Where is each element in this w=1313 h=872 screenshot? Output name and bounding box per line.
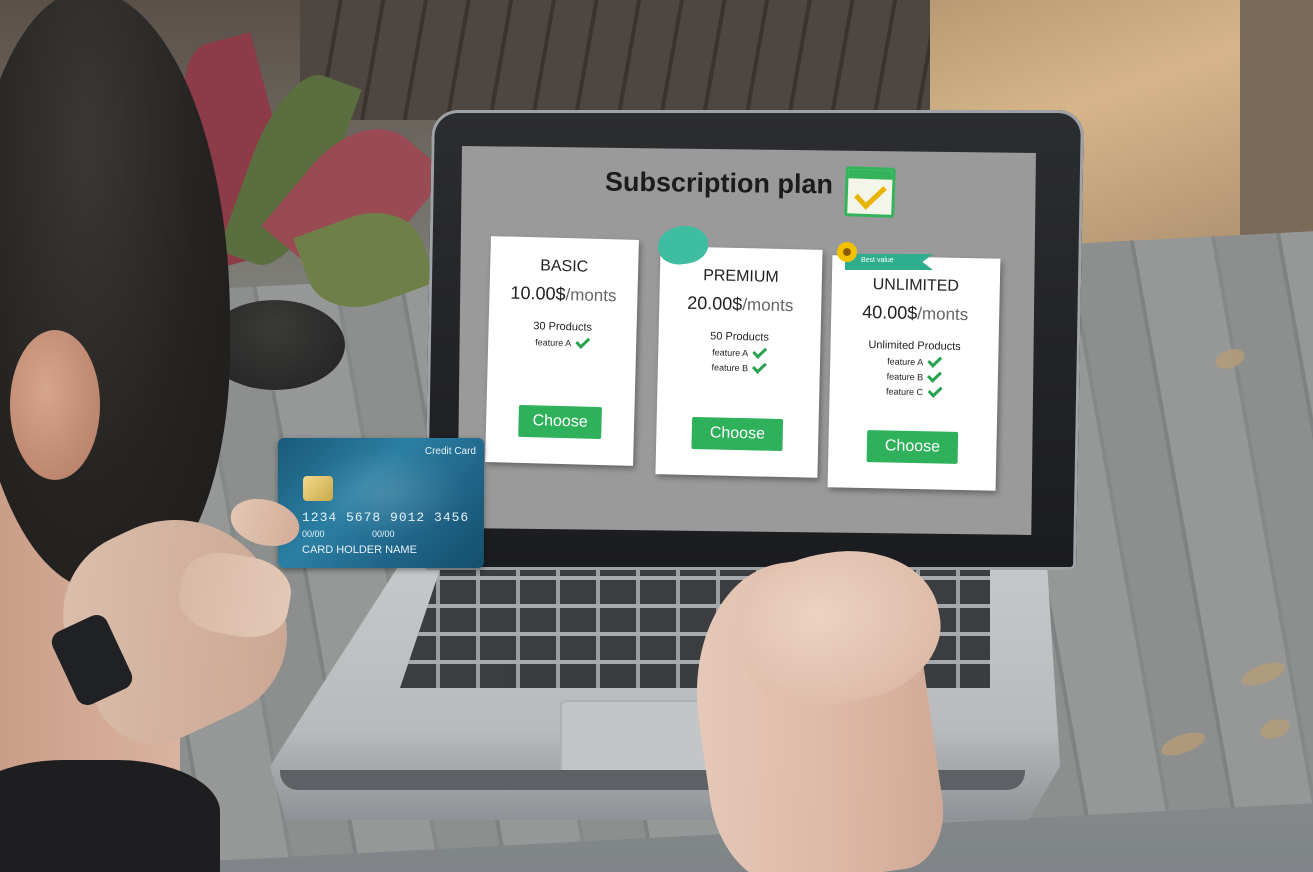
check-icon <box>927 368 943 383</box>
person-ear <box>10 330 100 480</box>
check-icon <box>752 344 768 359</box>
plan-name: PREMIUM <box>702 267 779 286</box>
card-chip-icon <box>303 476 333 501</box>
plan-products: 30 Products <box>533 320 593 334</box>
plan-price: 40.00$/monts <box>862 301 969 325</box>
plan-products: 50 Products <box>710 330 770 344</box>
wooden-deck <box>300 0 1000 120</box>
card-valid-thru: 00/00 <box>372 529 395 539</box>
best-value-ribbon: Best value <box>845 254 933 270</box>
credit-card: Credit Card 1234 5678 9012 3456 00/00 00… <box>278 438 484 568</box>
choose-basic-button[interactable]: Choose <box>518 404 603 440</box>
card-number: 1234 5678 9012 3456 <box>302 510 470 525</box>
check-icon <box>752 359 768 374</box>
plan-card-basic: BASIC 10.00$/monts 30 Products feature A… <box>485 236 639 466</box>
plan-feature: feature A <box>488 334 636 350</box>
check-icon <box>927 353 943 368</box>
plan-price: 20.00$/monts <box>687 292 794 316</box>
calendar-check-icon <box>844 166 896 218</box>
plan-name: UNLIMITED <box>872 276 960 295</box>
photo-scene: Subscription plan BASIC 10.00$/monts 30 … <box>0 0 1313 872</box>
card-valid-from: 00/00 <box>302 529 325 539</box>
plan-card-unlimited: UNLIMITED 40.00$/monts Unlimited Product… <box>827 255 1001 491</box>
plan-feature: feature A <box>658 344 820 360</box>
plan-card-premium: PREMIUM 20.00$/monts 50 Products feature… <box>655 246 823 478</box>
person-shirt <box>0 760 220 872</box>
check-icon <box>575 334 591 349</box>
plan-feature: feature B <box>658 359 820 375</box>
check-icon <box>927 383 943 398</box>
plan-products: Unlimited Products <box>868 339 961 353</box>
best-value-label: Best value <box>861 257 894 264</box>
card-type-label: Credit Card <box>424 446 476 457</box>
card-holder-name: CARD HOLDER NAME <box>302 544 417 556</box>
plan-feature: feature A <box>830 353 998 369</box>
choose-unlimited-button[interactable]: Choose <box>866 430 959 464</box>
plan-price: 10.00$/monts <box>510 282 617 306</box>
choose-premium-button[interactable]: Choose <box>691 416 784 452</box>
plan-name: BASIC <box>539 257 589 276</box>
flower-icon <box>837 242 857 262</box>
plan-feature: feature C <box>830 383 998 399</box>
plan-feature: feature B <box>830 368 998 384</box>
page-title: Subscription plan <box>604 166 834 200</box>
